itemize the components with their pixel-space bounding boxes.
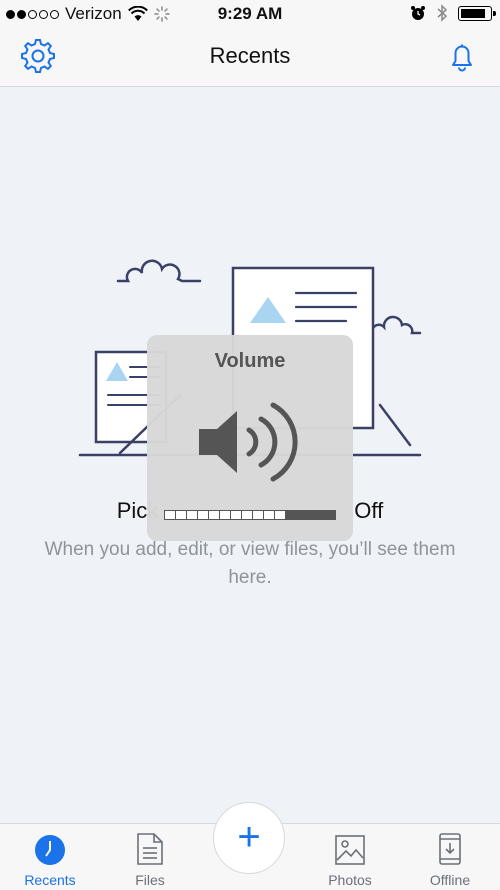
- add-button[interactable]: +: [213, 802, 285, 874]
- page-title: Recents: [209, 43, 291, 68]
- volume-tick: [209, 511, 219, 519]
- battery-icon: [458, 5, 496, 21]
- volume-tick: [242, 511, 252, 519]
- volume-tick: [231, 511, 241, 519]
- status-bar: Verizon 9:29 AM: [0, 0, 500, 28]
- tab-label: Files: [135, 872, 165, 888]
- plus-icon: +: [237, 815, 261, 859]
- nav-bar: Recents: [0, 28, 500, 87]
- volume-tick: [220, 511, 230, 519]
- tab-files[interactable]: Files: [100, 824, 200, 890]
- bell-icon: [452, 44, 472, 72]
- heading-right: Off: [354, 498, 384, 523]
- empty-state-subtext: When you add, edit, or view files, you’l…: [44, 539, 456, 588]
- volume-level-fill: [165, 511, 285, 519]
- volume-tick: [275, 511, 285, 519]
- volume-tick: [176, 511, 186, 519]
- volume-tick: [198, 511, 208, 519]
- volume-tick: [253, 511, 263, 519]
- alarm-icon: [411, 6, 425, 20]
- volume-level-bar: [164, 510, 336, 520]
- tab-photos[interactable]: Photos: [300, 824, 400, 890]
- tab-recents[interactable]: Recents: [0, 824, 100, 890]
- clock-icon: [35, 835, 65, 865]
- photo-icon: [335, 835, 365, 865]
- volume-label: Volume: [214, 350, 286, 372]
- tab-offline[interactable]: Offline: [400, 824, 500, 890]
- tab-label: Offline: [429, 872, 471, 888]
- offline-device-icon: [439, 833, 461, 865]
- tab-label: Photos: [328, 872, 372, 888]
- volume-tick: [264, 511, 274, 519]
- status-right: [410, 4, 496, 22]
- volume-hud: Volume: [147, 335, 353, 541]
- battery-fill: [461, 8, 486, 18]
- volume-tick: [165, 511, 175, 519]
- speaker-icon: [199, 402, 298, 482]
- notifications-button[interactable]: [444, 38, 480, 74]
- tab-label: Recents: [24, 872, 76, 888]
- cloud-left: [116, 259, 202, 283]
- volume-tick: [187, 511, 197, 519]
- file-icon: [137, 833, 163, 865]
- bluetooth-icon: [437, 4, 448, 22]
